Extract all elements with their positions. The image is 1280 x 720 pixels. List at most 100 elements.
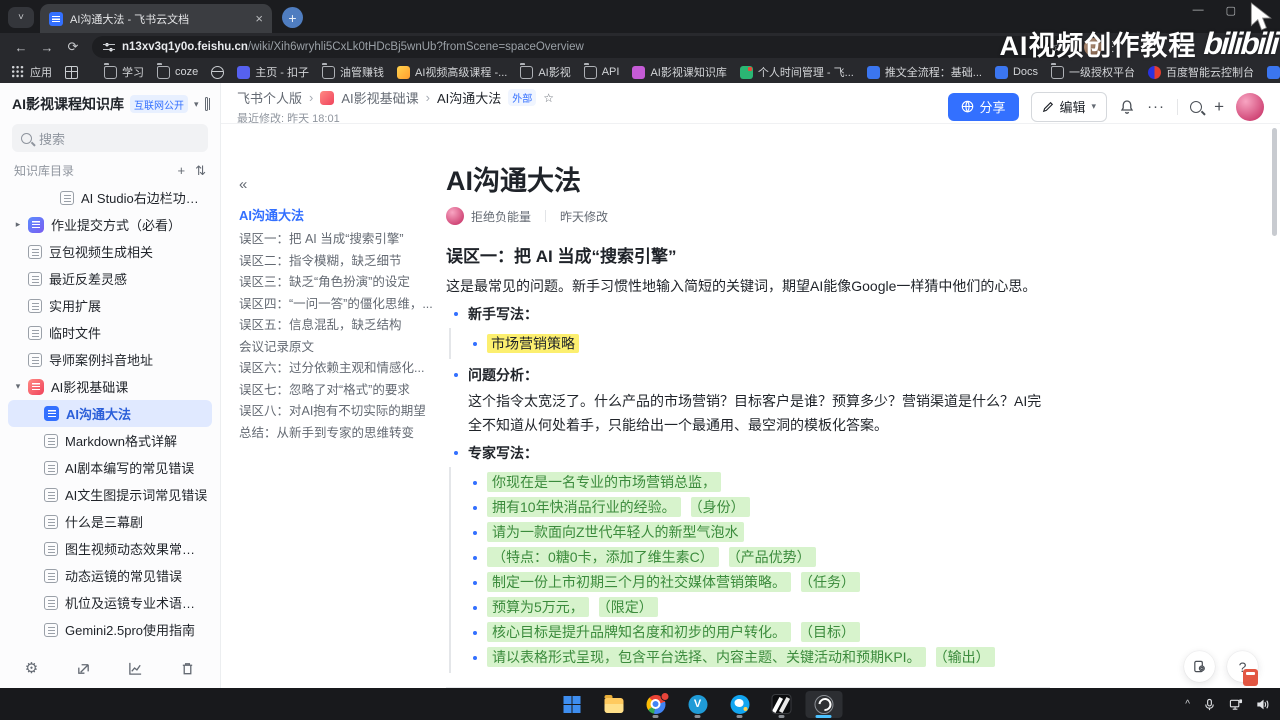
microphone-icon[interactable]	[1203, 698, 1216, 711]
capcut-button[interactable]	[763, 691, 800, 718]
search-icon[interactable]	[1190, 100, 1203, 113]
create-new-icon[interactable]: +	[1214, 97, 1224, 117]
volume-icon[interactable]	[1256, 698, 1270, 711]
favorite-star-icon[interactable]: ☆	[543, 91, 554, 105]
outline-item[interactable]: 误区五：信息混乱，缺乏结构	[239, 315, 434, 337]
bookmark-item[interactable]: 个人时间管理 - 飞...	[739, 64, 854, 80]
outline-item[interactable]: 误区四：“一问一答”的僵化思维，...	[239, 294, 434, 316]
bookmark-item[interactable]: 应用	[12, 64, 52, 80]
minimize-button[interactable]: —	[1193, 4, 1204, 17]
outline-item[interactable]: 误区二：指令模糊，缺乏细节	[239, 251, 434, 273]
bookmark-item[interactable]: 百度智能云控制台	[1148, 64, 1254, 80]
caret-right-icon[interactable]: ▸	[13, 219, 23, 230]
tree-item[interactable]: AI剧本编写的常见错误	[8, 454, 212, 481]
breadcrumb-item[interactable]: AI影视基础课	[341, 88, 418, 107]
share-button[interactable]: 分享	[947, 92, 1019, 121]
maximize-button[interactable]: ▢	[1226, 4, 1236, 17]
author-name[interactable]: 拒绝负能量	[471, 208, 531, 225]
add-page-icon[interactable]: +	[178, 163, 186, 178]
tree-item[interactable]: 图生视频动态效果常见错误	[8, 535, 212, 562]
share-icon[interactable]	[76, 661, 91, 676]
scrollbar-thumb[interactable]	[1272, 128, 1277, 236]
back-button[interactable]: ←	[8, 40, 34, 55]
chrome-button[interactable]	[637, 691, 674, 718]
tree-item[interactable]: 机位及运镜专业术语中英文对...	[8, 589, 212, 616]
outline-item[interactable]: 误区七：忽略了对“格式”的要求	[239, 380, 434, 402]
address-bar[interactable]: n13xv3q1y0o.feishu.cn/wiki/Xih6wryhli5Cx…	[92, 36, 1074, 58]
tree-item[interactable]: AI文生图提示词常见错误	[8, 481, 212, 508]
tree-item[interactable]: 实用扩展	[8, 292, 212, 319]
outline-doc-title[interactable]: AI沟通大法	[239, 205, 434, 227]
tree-item[interactable]: Gemini2.5pro使用指南	[8, 616, 212, 643]
site-settings-icon[interactable]	[103, 42, 115, 52]
bookmark-item[interactable]: 一级授权平台	[1051, 63, 1135, 80]
start-button[interactable]	[553, 691, 590, 718]
bookmark-item[interactable]: AI影视	[520, 63, 571, 80]
collapse-sidebar-icon[interactable]	[204, 97, 212, 111]
bookmark-item[interactable]: AI影视课知识库	[632, 64, 727, 80]
tree-item[interactable]: 视频制作软件推荐	[8, 643, 212, 648]
tree-item[interactable]: 动态运镜的常见错误	[8, 562, 212, 589]
browser-profile-avatar[interactable]	[1084, 38, 1102, 56]
caret-down-icon[interactable]: ▾	[13, 381, 23, 392]
outline-item[interactable]: 误区六：过分依赖主观和情感化...	[239, 358, 434, 380]
chevron-down-icon[interactable]: ▾	[194, 99, 199, 110]
bookmark-item[interactable]: 推文全流程：基础...	[866, 64, 982, 80]
search-input[interactable]: 搜索	[12, 124, 208, 152]
obs-button[interactable]	[805, 690, 843, 718]
tree-item[interactable]: 豆包视频生成相关	[8, 238, 212, 265]
tree-item[interactable]: ▸ 作业提交方式（必看）	[8, 211, 212, 238]
network-icon[interactable]	[1229, 698, 1243, 711]
bookmark-item[interactable]	[211, 65, 225, 79]
trash-icon[interactable]	[180, 661, 195, 676]
settings-gear-icon[interactable]: ⚙	[25, 659, 38, 677]
tree-item[interactable]: Markdown格式详解	[8, 427, 212, 454]
bookmark-item[interactable]: API	[583, 63, 619, 79]
bookmark-star-icon[interactable]: ☆	[1052, 40, 1063, 54]
tree-item[interactable]: 临时文件	[8, 319, 212, 346]
stats-chart-icon[interactable]	[128, 661, 143, 676]
outline-item[interactable]: 误区一：把 AI 当成“搜索引擎”	[239, 229, 434, 251]
outline-item[interactable]: 误区八：对AI抱有不切实际的期望	[239, 401, 434, 423]
notifications-bell-icon[interactable]	[1119, 99, 1135, 115]
outline-item[interactable]: 误区三：缺乏“角色扮演”的设定	[239, 272, 434, 294]
tree-item[interactable]: AI Studio右边栏功能说明	[8, 184, 212, 211]
bookmark-item[interactable]: AIGC 视频课程 第...	[1267, 64, 1280, 80]
forward-button[interactable]: →	[34, 40, 60, 55]
sort-icon[interactable]: ⇅	[195, 163, 206, 179]
outline-item[interactable]: 会议记录原文	[239, 337, 434, 359]
bookmark-item[interactable]: Docs	[994, 65, 1038, 79]
bookmark-item[interactable]: 学习	[104, 63, 144, 80]
tree-item[interactable]: 什么是三幕剧	[8, 508, 212, 535]
green-highlight: 请以表格形式呈现，包含平台选择、内容主题、关键活动和预期KPI。	[487, 647, 926, 667]
doc-widget-button[interactable]	[1184, 651, 1215, 682]
green-highlight-tag: （目标）	[801, 622, 860, 642]
edit-button[interactable]: 编辑 ▾	[1030, 91, 1108, 122]
new-tab-button[interactable]: +	[282, 7, 303, 28]
browser-menu-icon[interactable]: ···	[1107, 40, 1121, 55]
user-avatar[interactable]	[1236, 92, 1264, 121]
tab-close-icon[interactable]: ×	[255, 12, 263, 25]
reload-button[interactable]: ⟳	[60, 39, 86, 55]
tree-item[interactable]: ▾ AI影视基础课	[8, 373, 212, 400]
v-app-button[interactable]: V	[679, 691, 716, 718]
tree-item-selected[interactable]: AI沟通大法	[8, 400, 212, 427]
tree-item[interactable]: 导师案例抖音地址	[8, 346, 212, 373]
bookmark-item[interactable]: coze	[157, 63, 198, 79]
bookmark-item[interactable]: 主页 - 扣子	[237, 64, 309, 80]
bookmark-item[interactable]: AI视频高级课程 -...	[397, 64, 507, 80]
breadcrumb-current[interactable]: AI沟通大法	[437, 88, 501, 107]
tab-search-button[interactable]: ˅	[8, 7, 34, 28]
bookmark-item[interactable]: 油管赚钱	[322, 63, 384, 80]
tray-expand-icon[interactable]: ^	[1185, 699, 1190, 710]
browser-tab[interactable]: AI沟通大法 - 飞书云文档 ×	[40, 4, 272, 33]
tree-item[interactable]: 最近反差灵感	[8, 265, 212, 292]
more-options-icon[interactable]: ···	[1147, 98, 1165, 115]
collapse-outline-icon[interactable]: «	[239, 176, 434, 193]
qq-button[interactable]	[721, 691, 758, 718]
file-explorer-button[interactable]	[595, 691, 632, 718]
bookmark-item[interactable]	[65, 65, 78, 79]
doc-canvas[interactable]: AI沟通大法 拒绝负能量 昨天修改 误区一：把 AI 当成“搜索引擎” 这是最常…	[440, 124, 1266, 688]
breadcrumb-item[interactable]: 飞书个人版	[237, 88, 302, 107]
outline-item[interactable]: 总结：从新手到专家的思维转变	[239, 423, 434, 445]
